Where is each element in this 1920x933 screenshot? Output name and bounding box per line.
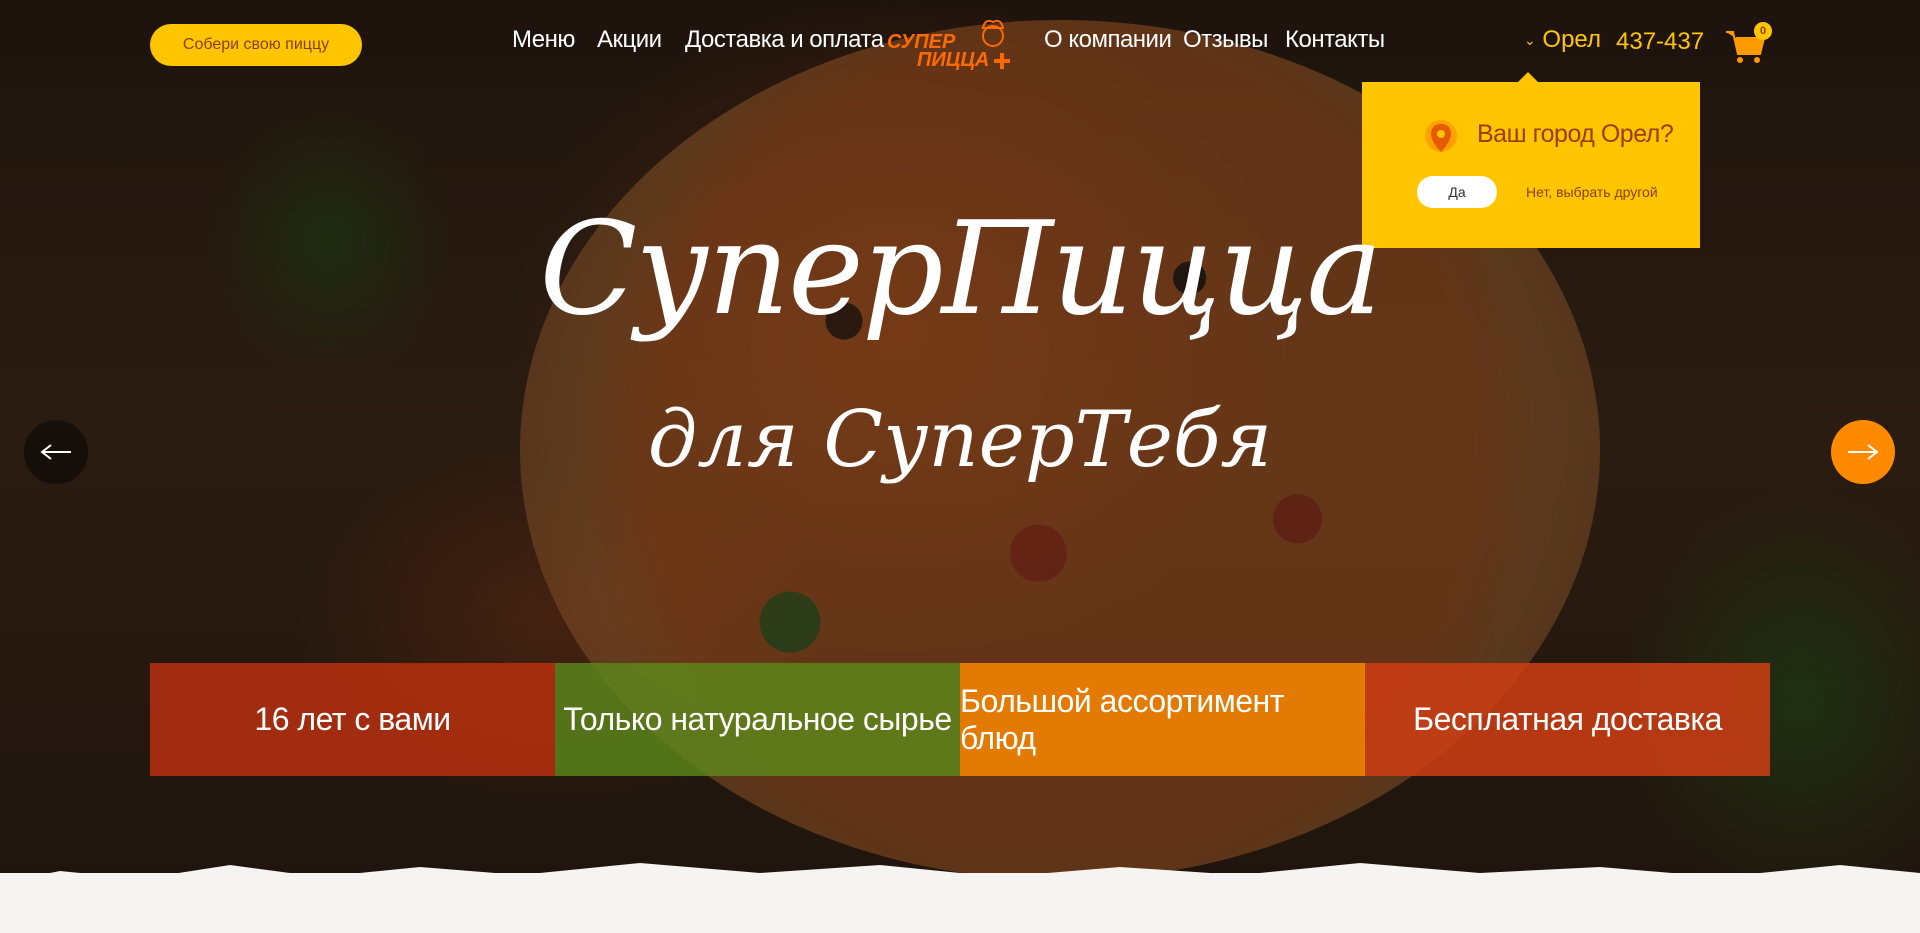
city-question: Ваш город Орел?: [1477, 120, 1674, 148]
paper-strip: [0, 873, 1920, 933]
nav-reviews[interactable]: Отзывы: [1183, 26, 1268, 54]
feature-years: 16 лет с вами: [150, 663, 555, 776]
hero-title: СуперПицца: [539, 195, 1382, 344]
build-pizza-button[interactable]: Собери свою пиццу: [150, 24, 362, 66]
features-bar: 16 лет с вами Только натуральное сырье Б…: [150, 663, 1770, 776]
phone-number[interactable]: 437-437: [1616, 28, 1704, 56]
feature-delivery: Бесплатная доставка: [1365, 663, 1770, 776]
cart-count-badge: 0: [1754, 22, 1772, 40]
feature-assortment: Большой ассортимент блюд: [960, 663, 1365, 776]
hero-subtitle: для СуперТебя: [647, 395, 1273, 485]
nav-contacts[interactable]: Контакты: [1285, 26, 1385, 54]
nav-about[interactable]: О компании: [1044, 26, 1172, 54]
nav-menu[interactable]: Меню: [512, 26, 575, 54]
cart-button[interactable]: 0: [1724, 22, 1772, 66]
city-selector[interactable]: ⌄ Орел: [1524, 26, 1601, 54]
logo-text-pizza: ПИЦЦА: [917, 49, 990, 71]
feature-natural: Только натуральное сырье: [555, 663, 960, 776]
nav-promotions[interactable]: Акции: [597, 26, 662, 54]
arrow-left-icon: [40, 444, 71, 460]
chevron-down-icon: ⌄: [1524, 32, 1536, 49]
nav-delivery[interactable]: Доставка и оплата: [685, 26, 884, 54]
slider-prev-button[interactable]: [24, 420, 88, 484]
plus-icon: [994, 53, 1010, 69]
chef-icon: [981, 19, 1005, 47]
site-logo[interactable]: СУПЕР ПИЦЦА: [885, 18, 1015, 74]
site-header: Собери свою пиццу Меню Акции Доставка и …: [0, 0, 1920, 90]
city-name: Орел: [1542, 26, 1601, 53]
slider-next-button[interactable]: [1831, 420, 1895, 484]
location-pin-icon: [1425, 120, 1457, 152]
arrow-right-icon: [1848, 444, 1879, 460]
